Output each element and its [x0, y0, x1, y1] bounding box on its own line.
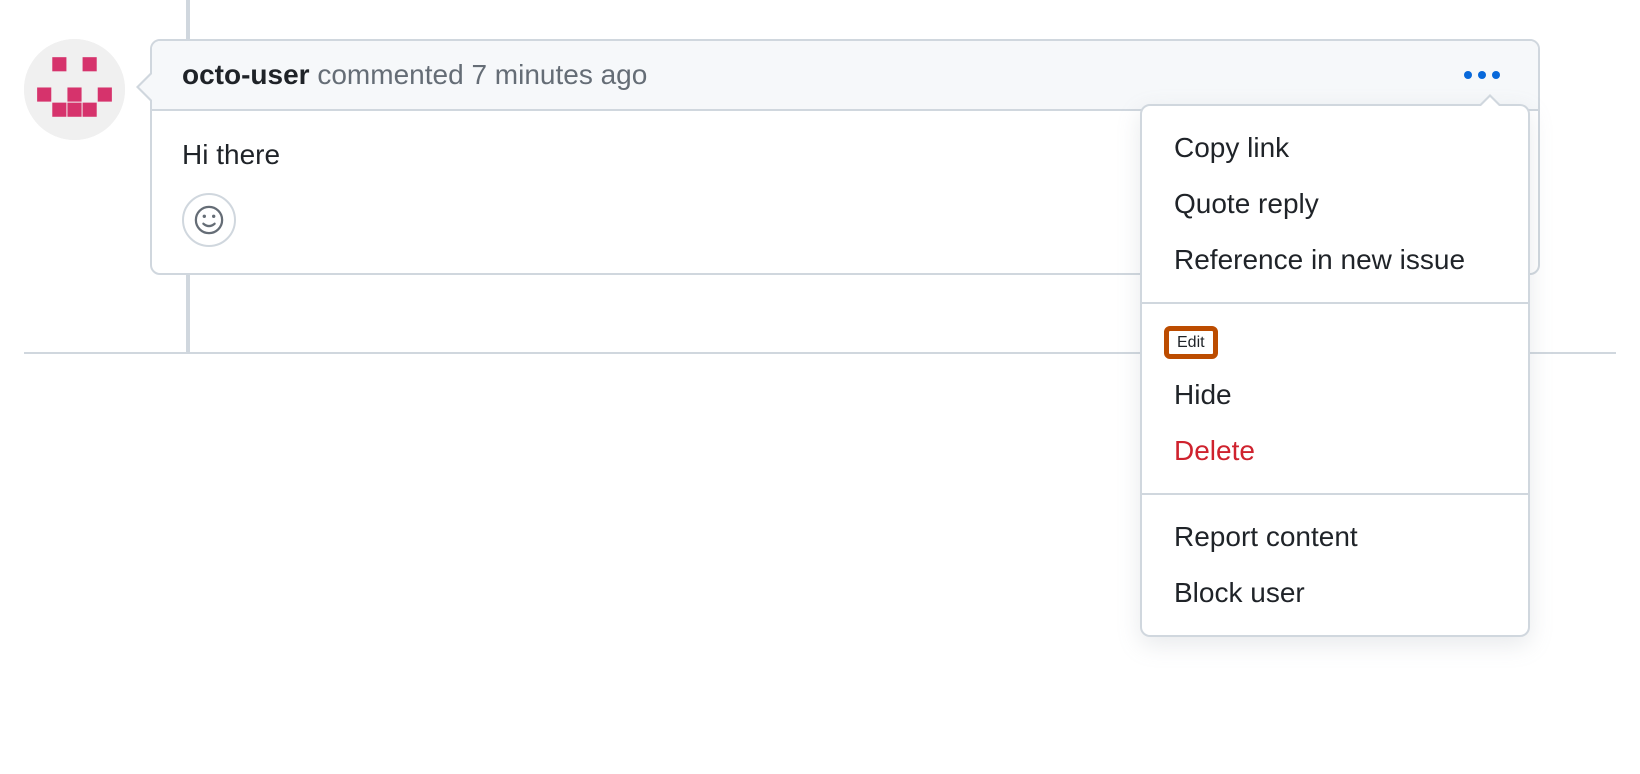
kebab-menu-button[interactable] [1456, 63, 1508, 87]
comment-caret [136, 71, 152, 103]
comment-timestamp[interactable]: 7 minutes ago [471, 59, 647, 90]
dropdown-section-1: Copy link Quote reply Reference in new i… [1142, 106, 1528, 302]
menu-copy-link[interactable]: Copy link [1142, 120, 1528, 176]
avatar[interactable] [24, 39, 125, 140]
kebab-icon [1492, 71, 1500, 79]
smiley-icon [194, 205, 224, 235]
comment-text: Hi there [182, 139, 280, 170]
kebab-icon [1478, 71, 1486, 79]
comment-header-text: octo-user commented 7 minutes ago [182, 59, 647, 91]
dropdown-caret [1478, 94, 1502, 106]
dropdown-section-3: Report content Block user [1142, 495, 1528, 635]
menu-edit[interactable]: Edit [1164, 326, 1218, 359]
avatar-identicon [24, 39, 125, 140]
menu-delete[interactable]: Delete [1142, 423, 1528, 479]
comment-action-text: commented 7 minutes ago [317, 59, 647, 90]
menu-quote-reply[interactable]: Quote reply [1142, 176, 1528, 232]
kebab-icon [1464, 71, 1472, 79]
comment-actions-dropdown: Copy link Quote reply Reference in new i… [1140, 104, 1530, 637]
menu-reference-new-issue[interactable]: Reference in new issue [1142, 232, 1528, 288]
author-link[interactable]: octo-user [182, 59, 310, 90]
menu-hide[interactable]: Hide [1142, 367, 1528, 423]
add-reaction-button[interactable] [182, 193, 236, 247]
menu-block-user[interactable]: Block user [1142, 565, 1528, 621]
menu-report-content[interactable]: Report content [1142, 509, 1528, 565]
dropdown-section-2: Edit Hide Delete [1142, 304, 1528, 493]
comment-header: octo-user commented 7 minutes ago [152, 41, 1538, 111]
